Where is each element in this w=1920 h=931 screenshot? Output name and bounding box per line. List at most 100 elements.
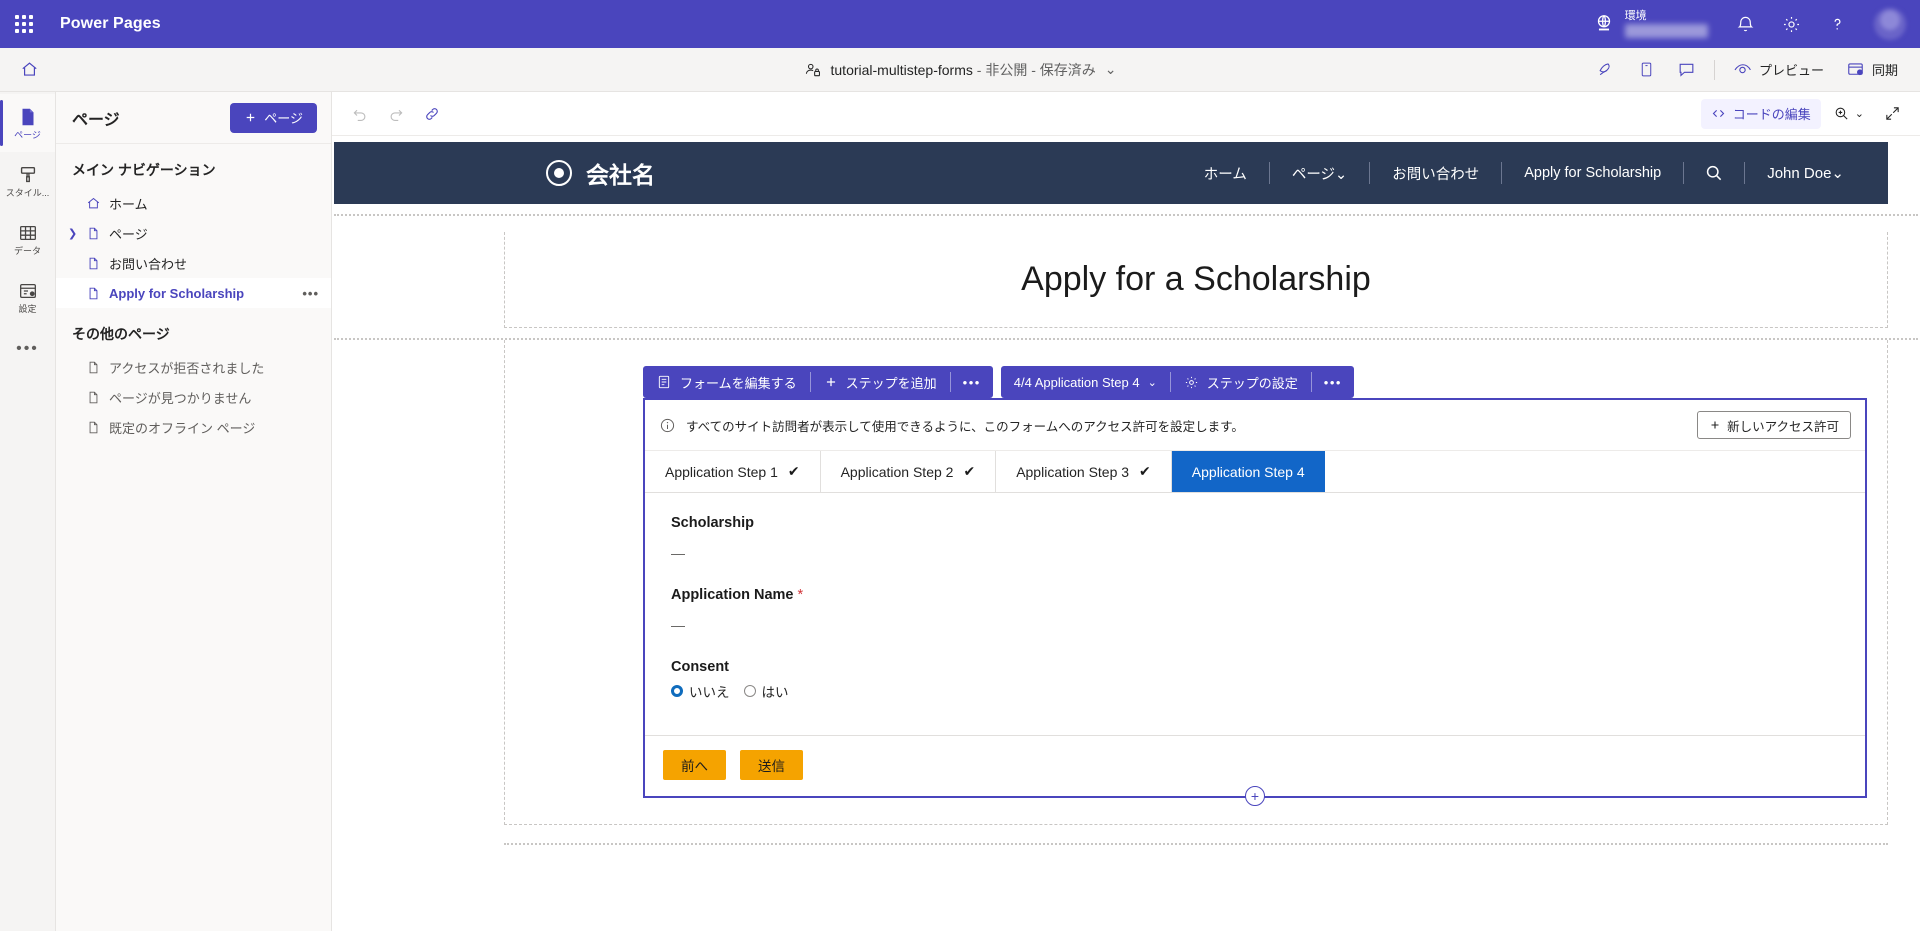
environment-selector[interactable]: 環境 Redacted Env [1579,10,1722,38]
section-divider-top [334,214,1918,216]
site-visibility-icon[interactable] [1587,54,1626,86]
preview-button[interactable]: プレビュー [1723,54,1834,86]
other-page-access-denied-label: アクセスが拒否されました [109,358,264,377]
left-icon-rail: ページ スタイル... データ 設定 ••• [0,92,56,931]
settings-gear-icon[interactable] [1768,0,1814,48]
rail-item-pages[interactable]: ページ [0,94,55,152]
site-nav-pages[interactable]: ページ⌄ [1270,163,1369,184]
consent-option-no[interactable]: いいえ [671,681,730,701]
radio-selected-icon [671,685,683,697]
edit-form-label: フォームを編集する [680,373,797,392]
page-canvas: 会社名 ホーム ページ⌄ お問い合わせ Apply for Scholarshi… [332,136,1920,931]
site-nav-apply[interactable]: Apply for Scholarship [1502,165,1683,181]
site-nav-user[interactable]: John Doe⌄ [1745,164,1854,182]
site-navigation: ホーム ページ⌄ お問い合わせ Apply for Scholarship Jo… [1182,162,1854,184]
notification-bell-icon[interactable] [1722,0,1768,48]
expand-icon[interactable] [1876,98,1908,130]
add-page-button[interactable]: ページ [230,103,317,133]
search-icon[interactable] [1684,163,1744,183]
site-title[interactable]: tutorial-multistep-forms - 非公開 - 保存済み ⌄ [804,60,1117,80]
suite-bar-right: 環境 Redacted Env [1579,0,1920,48]
site-logo: 会社名 [546,156,655,190]
main-navigation-heading: メイン ナビゲーション [56,144,331,188]
help-question-icon[interactable] [1814,0,1860,48]
nav-item-contact[interactable]: お問い合わせ [56,248,331,278]
redo-icon[interactable] [380,98,412,130]
eye-icon [1733,60,1752,79]
link-icon[interactable] [416,98,448,130]
plus-icon [824,375,838,389]
form-fields: Scholarship — Application Name * — Conse… [645,493,1865,735]
site-nav-contact[interactable]: お問い合わせ [1370,163,1501,184]
field-scholarship-value[interactable]: — [671,545,1839,561]
other-page-not-found[interactable]: ページが見つかりません [56,382,331,412]
zoom-control[interactable]: ⌄ [1825,99,1872,129]
check-icon: ✔ [963,463,975,480]
chevron-down-icon: ⌄ [1148,376,1157,389]
chevron-down-icon[interactable]: ⌄ [1105,61,1117,78]
other-page-access-denied[interactable]: アクセスが拒否されました [56,352,331,382]
section-divider-bottom [504,843,1888,845]
field-application-name-text: Application Name [671,587,793,603]
check-icon: ✔ [788,463,800,480]
new-permission-button[interactable]: 新しいアクセス許可 [1697,411,1851,439]
field-scholarship: Scholarship — [671,515,1839,561]
nav-item-more-button[interactable]: ••• [302,286,319,301]
chevron-right-icon[interactable]: ❯ [68,227,77,240]
other-page-offline[interactable]: 既定のオフライン ページ [56,412,331,442]
rail-item-styles[interactable]: スタイル... [0,152,55,210]
page-icon [86,226,101,241]
edit-code-button[interactable]: コードの編集 [1701,99,1821,129]
nav-item-contact-label: お問い合わせ [109,254,187,273]
app-launcher-icon[interactable] [0,0,48,48]
brush-icon [17,164,39,186]
other-page-not-found-label: ページが見つかりません [109,388,251,407]
previous-button[interactable]: 前へ [663,750,726,780]
environment-label: 環境 [1625,10,1708,23]
form-section: フォームを編集する ステップを追加 ••• 4/4 Application St… [504,340,1888,825]
page-title-section[interactable]: Apply for a Scholarship [504,232,1888,328]
submit-button[interactable]: 送信 [740,750,803,780]
suite-bar: Power Pages 環境 Redacted Env [0,0,1920,48]
pages-panel: ページ ページ メイン ナビゲーション ホーム ❯ ページ お問い合わせ App… [56,92,332,931]
consent-option-yes[interactable]: はい [744,681,789,701]
site-header-preview[interactable]: 会社名 ホーム ページ⌄ お問い合わせ Apply for Scholarshi… [334,142,1888,204]
rail-more-button[interactable]: ••• [0,326,55,372]
step-selector[interactable]: 4/4 Application Step 4 ⌄ [1001,366,1170,398]
nav-item-pages[interactable]: ❯ ページ [56,218,331,248]
info-icon [659,417,676,434]
step-settings-button[interactable]: ステップの設定 [1171,366,1311,398]
field-application-name-value[interactable]: — [671,617,1839,633]
canvas-area: コードの編集 ⌄ 会社名 ホーム [332,92,1920,931]
add-step-button[interactable]: ステップを追加 [811,366,950,398]
page-icon [86,420,101,435]
undo-icon[interactable] [344,98,376,130]
site-nav-home[interactable]: ホーム [1182,163,1269,184]
multistep-form-container[interactable]: すべてのサイト訪問者が表示して使用できるように、このフォームへのアクセス許可を設… [643,398,1867,798]
rail-item-setup[interactable]: 設定 [0,268,55,326]
page-icon [17,106,39,128]
step-selector-label: 4/4 Application Step 4 [1014,375,1140,390]
chevron-down-icon: ⌄ [1855,107,1864,120]
add-component-button[interactable]: + [1245,786,1265,806]
form-step-tab-4[interactable]: Application Step 4 [1172,451,1325,492]
nav-item-home-label: ホーム [109,194,148,213]
account-avatar[interactable] [1860,0,1920,48]
form-step-1-label: Application Step 1 [665,464,778,480]
nav-item-home[interactable]: ホーム [56,188,331,218]
rail-item-data[interactable]: データ [0,210,55,268]
step-more-button[interactable]: ••• [1312,375,1354,390]
form-step-tab-3[interactable]: Application Step 3 ✔ [996,451,1172,492]
form-step-tab-1[interactable]: Application Step 1 ✔ [645,451,821,492]
device-preview-icon[interactable] [1628,54,1665,86]
consent-radio-group: いいえ はい [671,681,1839,701]
edit-form-button[interactable]: フォームを編集する [643,366,810,398]
sync-button[interactable]: 同期 [1836,54,1908,86]
form-more-button[interactable]: ••• [951,375,993,390]
pages-panel-header: ページ ページ [56,92,331,144]
nav-item-apply-for-scholarship[interactable]: Apply for Scholarship ••• [56,278,331,308]
form-step-tab-2[interactable]: Application Step 2 ✔ [821,451,997,492]
feedback-icon[interactable] [1667,54,1706,86]
field-scholarship-label: Scholarship [671,515,1839,531]
home-icon[interactable] [0,60,58,79]
